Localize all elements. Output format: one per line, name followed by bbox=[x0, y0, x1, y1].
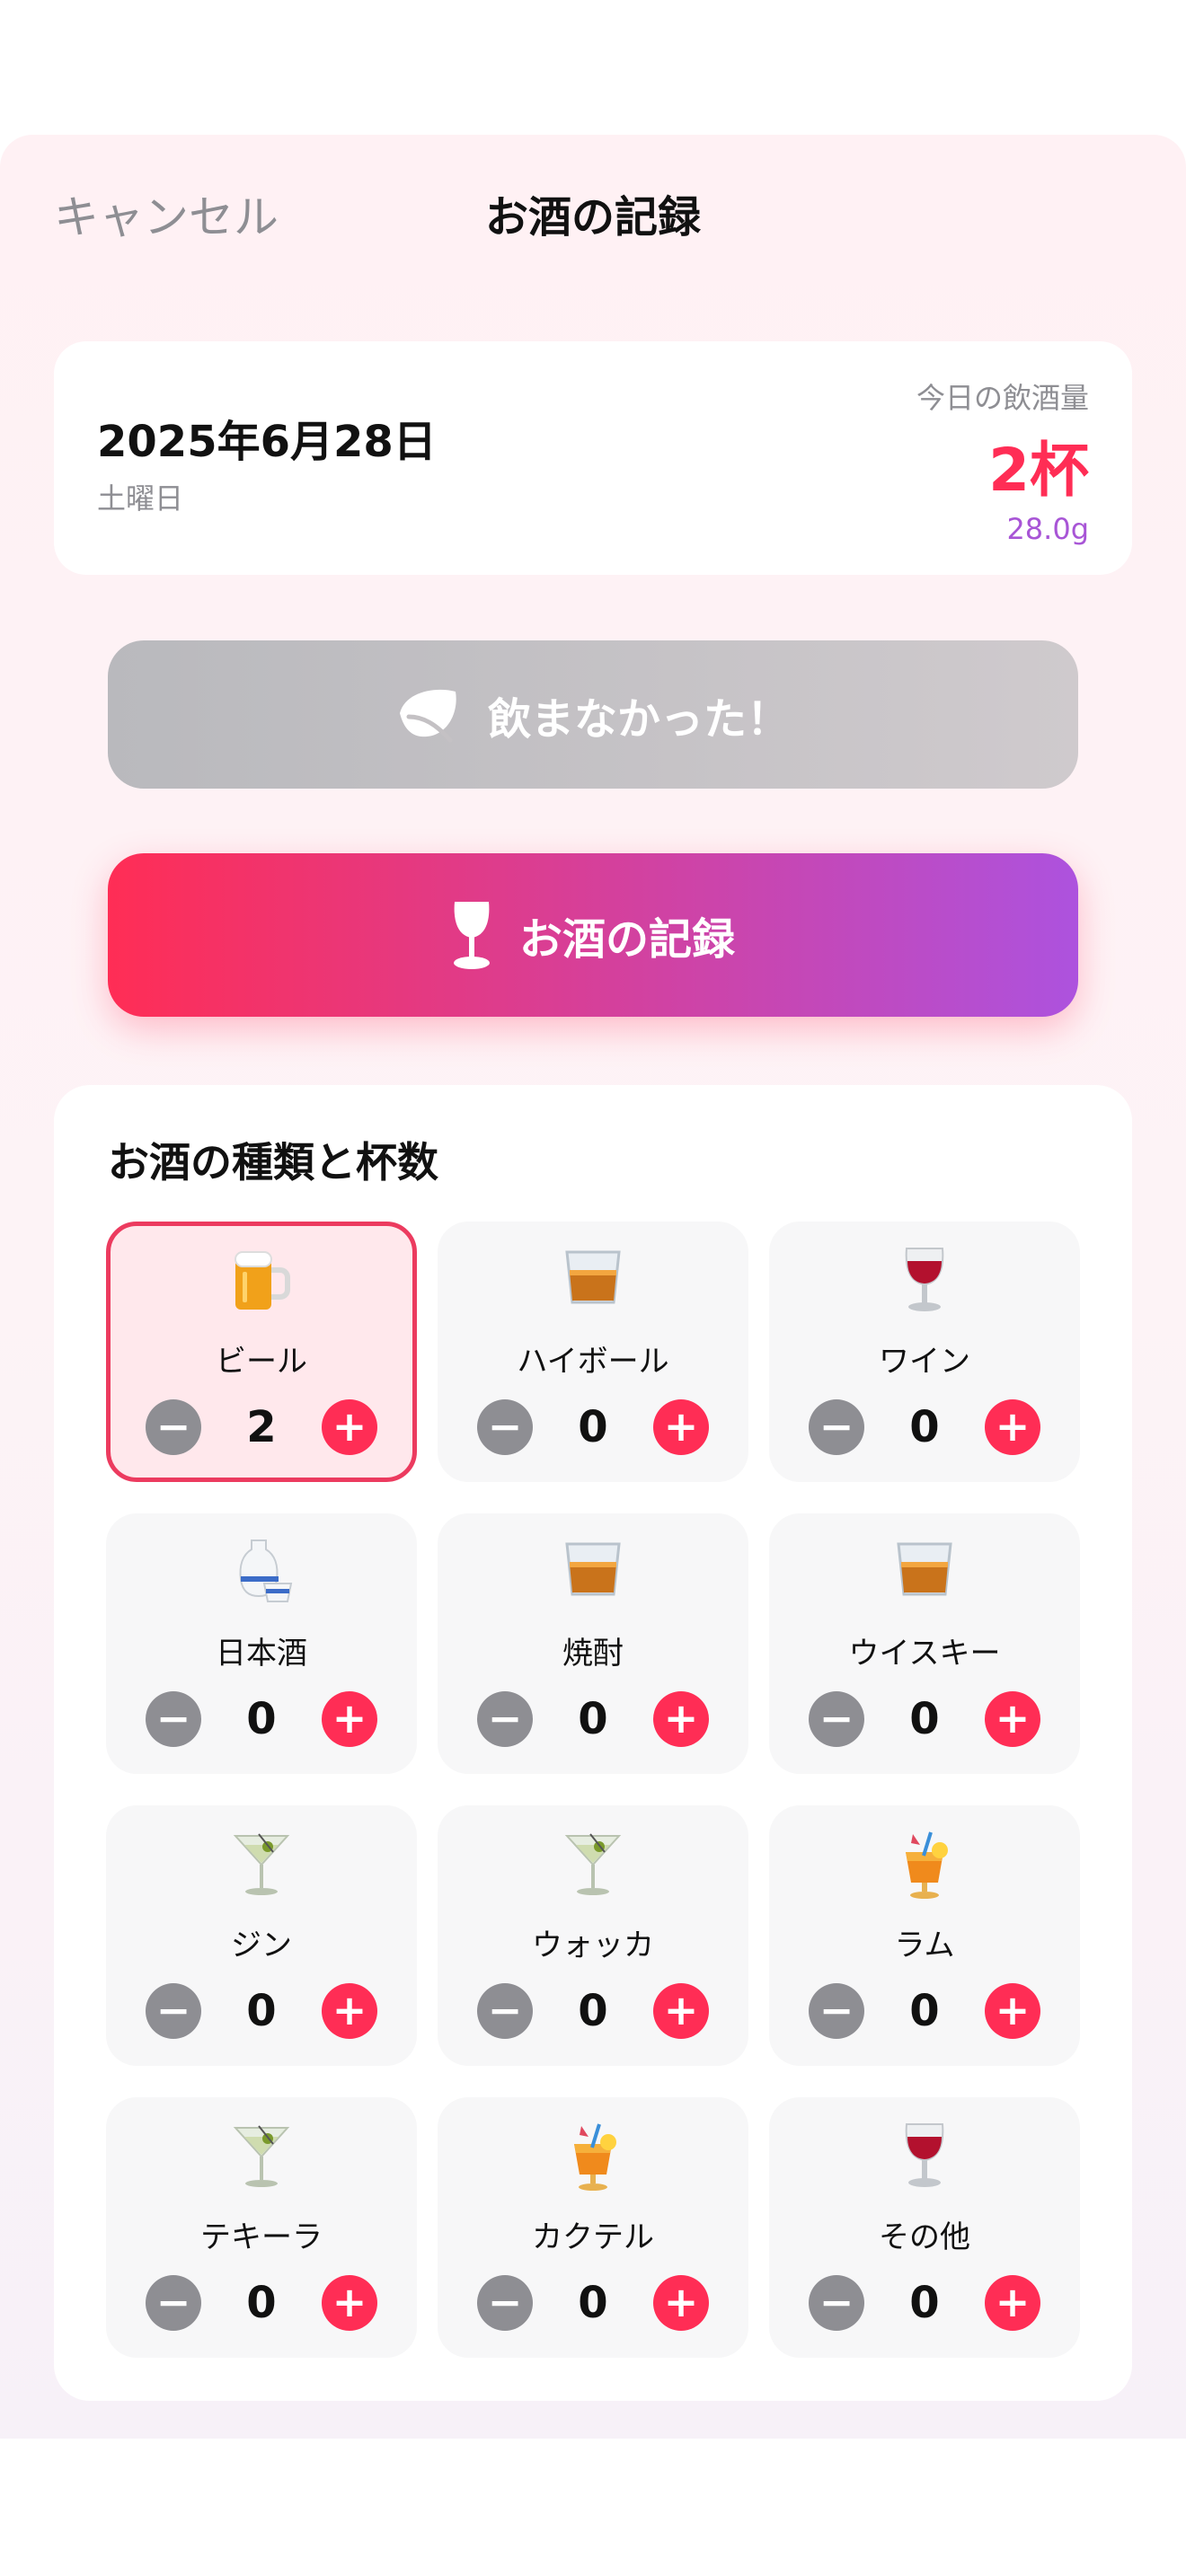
drink-stepper: −0 + bbox=[769, 1983, 1080, 2039]
drink-stepper: −0 + bbox=[769, 1399, 1080, 1455]
tropical-drink-icon bbox=[438, 2121, 748, 2192]
leaf-icon bbox=[396, 686, 461, 744]
today-grams: 28.0g bbox=[1006, 512, 1089, 546]
drink-name: ビール bbox=[216, 1344, 307, 1380]
drink-cell[interactable]: カクテル −0 + bbox=[438, 2097, 748, 2358]
drink-stepper: −0 + bbox=[438, 1399, 748, 1455]
increment-button[interactable]: + bbox=[985, 1983, 1040, 2039]
increment-button[interactable]: + bbox=[653, 1691, 709, 1747]
drink-stepper: −0 + bbox=[106, 2275, 417, 2331]
drink-name: ワイン bbox=[879, 1344, 970, 1380]
record-label: お酒の記録 bbox=[518, 914, 735, 965]
drink-stepper: −0 + bbox=[769, 1691, 1080, 1747]
drink-cell[interactable]: ウイスキー −0 + bbox=[769, 1513, 1080, 1774]
wine-glass-icon bbox=[451, 900, 492, 970]
drink-types-title: お酒の種類と杯数 bbox=[108, 1138, 438, 1187]
tumbler-glass-icon bbox=[769, 1537, 1080, 1609]
increment-button[interactable]: + bbox=[653, 2275, 709, 2331]
drink-name: テキーラ bbox=[200, 2219, 323, 2255]
drink-cell[interactable]: 日本酒 −0 + bbox=[106, 1513, 417, 1774]
drink-cell[interactable]: ビール −2 + bbox=[106, 1222, 417, 1482]
weekday-text: 土曜日 bbox=[97, 481, 184, 516]
date-card: 2025年6月28日 土曜日 今日の飲酒量 2杯 28.0g bbox=[54, 341, 1132, 575]
wine-glass-icon bbox=[769, 2121, 1080, 2192]
tumbler-glass-icon bbox=[438, 1537, 748, 1609]
drink-types-card: お酒の種類と杯数 ビール −2 + ハイボール −0 + ワイン −0 + 日本酒 −0 + 焼酎 −0 +… bbox=[54, 1085, 1132, 2401]
drink-stepper: −0 + bbox=[438, 2275, 748, 2331]
sake-icon bbox=[106, 1537, 417, 1609]
increment-button[interactable]: + bbox=[322, 1691, 377, 1747]
drink-stepper: −2 + bbox=[111, 1399, 412, 1460]
increment-button[interactable]: + bbox=[322, 2275, 377, 2331]
wine-glass-icon bbox=[769, 1245, 1080, 1317]
increment-button[interactable]: + bbox=[985, 1691, 1040, 1747]
drink-name: ウォッカ bbox=[532, 1928, 654, 1963]
increment-button[interactable]: + bbox=[985, 1399, 1040, 1455]
increment-button[interactable]: + bbox=[322, 1983, 377, 2039]
drink-name: 日本酒 bbox=[216, 1636, 307, 1672]
drink-name: その他 bbox=[879, 2219, 970, 2255]
date-text: 2025年6月28日 bbox=[97, 417, 437, 467]
tropical-drink-icon bbox=[769, 1829, 1080, 1901]
drink-cell[interactable]: ラム −0 + bbox=[769, 1805, 1080, 2066]
drink-name: ウイスキー bbox=[848, 1636, 1001, 1672]
tumbler-glass-icon bbox=[438, 1245, 748, 1317]
cocktail-glass-icon bbox=[438, 1829, 748, 1901]
drink-name: ラム bbox=[894, 1928, 955, 1963]
drink-stepper: −0 + bbox=[106, 1691, 417, 1747]
today-amount-label: 今日の飲酒量 bbox=[916, 381, 1089, 415]
drink-cell[interactable]: ウォッカ −0 + bbox=[438, 1805, 748, 2066]
drink-cell[interactable]: ワイン −0 + bbox=[769, 1222, 1080, 1482]
cocktail-glass-icon bbox=[106, 1829, 417, 1901]
drink-stepper: −0 + bbox=[769, 2275, 1080, 2331]
drink-cell[interactable]: ハイボール −0 + bbox=[438, 1222, 748, 1482]
drink-stepper: −0 + bbox=[106, 1983, 417, 2039]
drink-name: ハイボール bbox=[517, 1344, 669, 1380]
drink-name: ジン bbox=[231, 1928, 292, 1963]
drink-cell[interactable]: 焼酎 −0 + bbox=[438, 1513, 748, 1774]
beer-mug-icon bbox=[111, 1245, 412, 1317]
no-drink-label: 飲まなかった！ bbox=[487, 693, 790, 745]
increment-button[interactable]: + bbox=[653, 1399, 709, 1455]
today-count: 2杯 bbox=[988, 436, 1089, 505]
drink-stepper: −0 + bbox=[438, 1983, 748, 2039]
drink-cell[interactable]: テキーラ −0 + bbox=[106, 2097, 417, 2358]
record-sheet: キャンセル お酒の記録 2025年6月28日 土曜日 今日の飲酒量 2杯 28.… bbox=[0, 135, 1186, 2439]
record-button[interactable]: お酒の記録 bbox=[108, 853, 1078, 1017]
page-title: お酒の記録 bbox=[484, 192, 701, 243]
cocktail-glass-icon bbox=[106, 2121, 417, 2192]
increment-button[interactable]: + bbox=[653, 1983, 709, 2039]
no-drink-button[interactable]: 飲まなかった！ bbox=[108, 640, 1078, 789]
drink-stepper: −0 + bbox=[438, 1691, 748, 1747]
drink-cell[interactable]: その他 −0 + bbox=[769, 2097, 1080, 2358]
drink-name: カクテル bbox=[532, 2219, 654, 2255]
increment-button[interactable]: + bbox=[985, 2275, 1040, 2331]
drink-cell[interactable]: ジン −0 + bbox=[106, 1805, 417, 2066]
increment-button[interactable]: + bbox=[322, 1399, 377, 1455]
drink-name: 焼酎 bbox=[562, 1636, 624, 1672]
